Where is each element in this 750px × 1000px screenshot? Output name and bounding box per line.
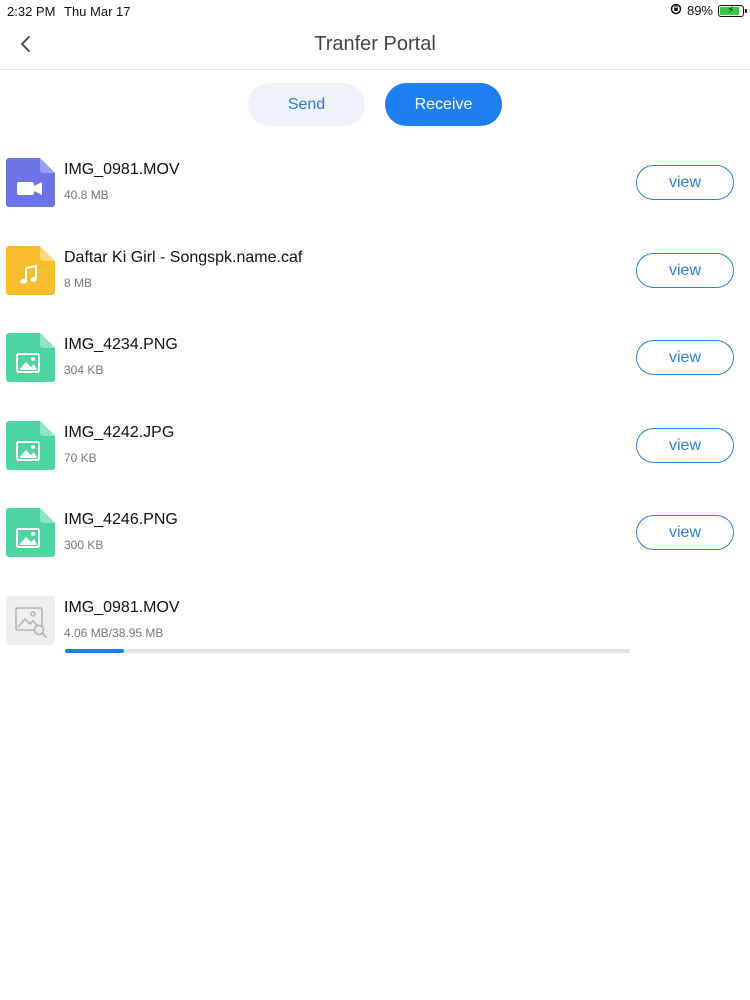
transfer-mode-toggle: Send Receive	[0, 83, 750, 127]
image-file-icon	[6, 333, 55, 382]
list-item[interactable]: IMG_4246.PNG 300 KB view	[0, 500, 750, 570]
view-button[interactable]: view	[636, 428, 734, 463]
view-button[interactable]: view	[636, 253, 734, 288]
view-button[interactable]: view	[636, 515, 734, 550]
battery-percent: 89%	[686, 3, 713, 18]
status-right: 89% ⚡	[670, 3, 747, 18]
image-file-icon	[6, 508, 55, 557]
file-name: Daftar Ki Girl - Songspk.name.caf	[64, 249, 303, 266]
image-file-icon	[6, 421, 55, 470]
file-name: IMG_4242.JPG	[64, 424, 175, 441]
file-name: IMG_4246.PNG	[64, 511, 178, 528]
file-size: 300 KB	[64, 538, 104, 552]
in-progress-item: IMG_0981.MOV 4.06 MB/38.95 MB	[0, 588, 750, 658]
file-name: IMG_4234.PNG	[64, 336, 178, 353]
transfer-progress-text: 4.06 MB/38.95 MB	[64, 626, 164, 640]
file-size: 304 KB	[64, 363, 104, 377]
file-name: IMG_0981.MOV	[64, 599, 180, 616]
audio-file-icon	[6, 246, 55, 295]
tab-receive[interactable]: Receive	[385, 83, 502, 126]
list-item[interactable]: IMG_4242.JPG 70 KB view	[0, 413, 750, 483]
video-file-icon	[6, 158, 55, 207]
status-bar: 2:32 PM Thu Mar 17 89% ⚡	[0, 0, 750, 22]
status-date: Thu Mar 17	[64, 4, 131, 19]
file-size: 70 KB	[64, 451, 97, 465]
list-item[interactable]: IMG_4234.PNG 304 KB view	[0, 325, 750, 395]
file-size: 40.8 MB	[64, 188, 109, 202]
progress-bar	[65, 649, 630, 653]
view-button[interactable]: view	[636, 340, 734, 375]
nav-bar: Tranfer Portal	[0, 22, 750, 70]
status-time: 2:32 PM	[7, 4, 56, 19]
file-size: 8 MB	[64, 276, 93, 290]
orientation-lock-icon	[670, 3, 682, 18]
image-placeholder-icon	[6, 596, 55, 645]
progress-fill	[65, 649, 124, 653]
view-button[interactable]: view	[636, 165, 734, 200]
page-title: Tranfer Portal	[314, 33, 436, 55]
tab-send[interactable]: Send	[248, 83, 365, 126]
file-name: IMG_0981.MOV	[64, 161, 180, 178]
list-item[interactable]: IMG_0981.MOV 40.8 MB view	[0, 150, 750, 220]
battery-icon: ⚡	[718, 4, 747, 17]
list-item[interactable]: Daftar Ki Girl - Songspk.name.caf 8 MB v…	[0, 238, 750, 308]
